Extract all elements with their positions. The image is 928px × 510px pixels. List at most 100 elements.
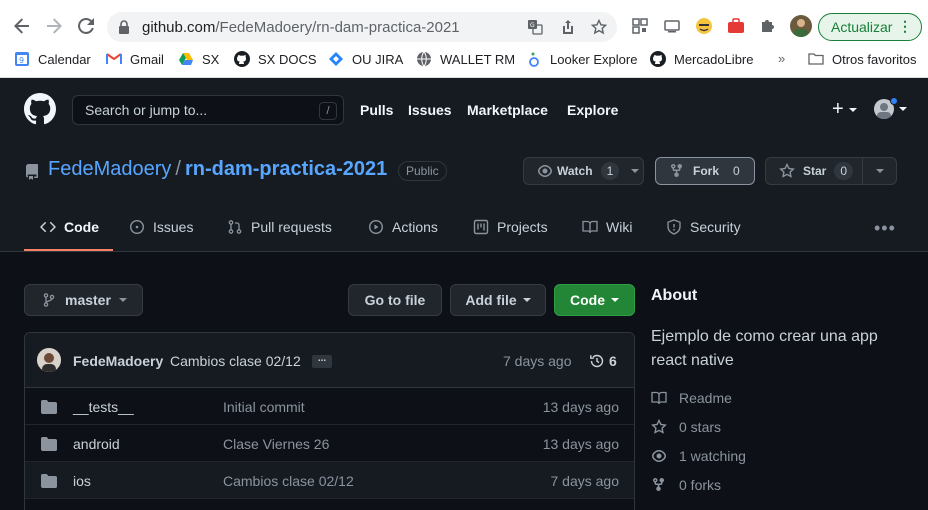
- bookmark-label: SX: [202, 51, 220, 67]
- bookmark-ou-jira[interactable]: OU JIRA: [328, 51, 403, 67]
- address-bar[interactable]: github.com/FedeMadoery/rn-dam-practica-2…: [107, 12, 617, 42]
- back-arrow-icon: [14, 18, 29, 34]
- file-commit-message[interactable]: Initial commit: [223, 399, 305, 415]
- jira-icon: [329, 52, 343, 66]
- tab-issues[interactable]: Issues: [129, 219, 193, 235]
- forward-button[interactable]: [42, 14, 66, 38]
- bookmark-label: Otros favoritos: [832, 51, 917, 67]
- bookmark-wallet-rm[interactable]: WALLET RM: [416, 51, 515, 67]
- code-button[interactable]: Code: [554, 284, 635, 316]
- about-section: About: [651, 287, 911, 305]
- translate-icon[interactable]: G: [527, 19, 543, 35]
- shield-icon: [667, 219, 681, 235]
- watch-button[interactable]: Watch 1: [523, 157, 644, 185]
- briefcase-extension-icon[interactable]: [726, 16, 746, 36]
- avatar-chevron-down-icon[interactable]: [899, 107, 907, 111]
- chrome-menu-icon[interactable]: ⋮: [898, 19, 912, 33]
- go-to-file-button[interactable]: Go to file: [348, 284, 442, 316]
- tab-pull-requests[interactable]: Pull requests: [227, 219, 332, 235]
- folder-icon: [41, 400, 57, 414]
- watching-link[interactable]: 1 watching: [651, 448, 746, 464]
- search-input[interactable]: Search or jump to... /: [72, 95, 344, 125]
- create-new-button[interactable]: +: [832, 98, 858, 120]
- notification-dot: [890, 97, 898, 105]
- tab-projects[interactable]: Projects: [473, 219, 548, 235]
- commit-expand-button[interactable]: ...: [312, 354, 332, 368]
- repo-owner-link[interactable]: FedeMadoery: [48, 158, 171, 180]
- file-name[interactable]: __tests__: [73, 399, 134, 415]
- bookmark-other-favorites[interactable]: Otros favoritos: [808, 51, 917, 67]
- cast-extension-icon[interactable]: [662, 16, 682, 36]
- tab-wiki[interactable]: Wiki: [582, 219, 632, 235]
- watch-label: Watch: [557, 164, 593, 178]
- chevron-down-icon: [611, 298, 619, 302]
- file-row[interactable]: android Clase Viernes 26 13 days ago: [25, 425, 634, 462]
- more-tabs-icon[interactable]: •••: [874, 218, 896, 239]
- add-file-label: Add file: [465, 292, 517, 308]
- visibility-badge: Public: [398, 161, 447, 181]
- add-file-button[interactable]: Add file: [450, 284, 546, 316]
- bookmark-mercadolibre[interactable]: MercadoLibre: [650, 51, 754, 67]
- bookmarks-overflow-button[interactable]: »: [778, 51, 785, 66]
- bookmark-sx[interactable]: SX: [178, 51, 219, 67]
- commit-count: 6: [609, 353, 617, 369]
- nav-marketplace[interactable]: Marketplace: [467, 102, 548, 118]
- search-shortcut-key: /: [319, 102, 337, 120]
- commit-history-link[interactable]: 6: [589, 353, 617, 369]
- file-commit-message[interactable]: Clase Viernes 26: [223, 436, 329, 452]
- fork-button[interactable]: Fork 0: [655, 157, 755, 185]
- fork-label: Fork: [693, 164, 720, 178]
- chevron-down-icon: [875, 169, 884, 173]
- folder-icon: [41, 437, 57, 451]
- nav-explore[interactable]: Explore: [567, 102, 618, 118]
- reload-button[interactable]: [74, 14, 98, 38]
- emoji-extension-icon[interactable]: [694, 16, 714, 36]
- file-browser: FedeMadoery Cambios clase 02/12 ... 7 da…: [24, 332, 635, 510]
- star-button[interactable]: Star 0: [765, 157, 863, 185]
- bookmark-looker-explore[interactable]: Looker Explore: [526, 51, 637, 67]
- github-icon: [234, 51, 250, 67]
- readme-link[interactable]: Readme: [651, 390, 732, 406]
- about-description: Ejemplo de como crear una app react nati…: [651, 328, 878, 369]
- file-name[interactable]: ios: [73, 473, 91, 489]
- bookmark-gmail[interactable]: Gmail: [106, 51, 164, 67]
- file-name[interactable]: android: [73, 436, 120, 452]
- qr-extension-icon[interactable]: [630, 16, 650, 36]
- repo-name-link[interactable]: rn-dam-practica-2021: [185, 158, 387, 180]
- repo-separator: /: [175, 158, 181, 180]
- bookmark-label: Calendar: [38, 51, 91, 67]
- star-list-dropdown[interactable]: [862, 157, 897, 185]
- chevron-down-icon: [118, 298, 127, 302]
- repo-tabs: Code Issues Pull requests Actions Projec…: [0, 212, 928, 252]
- bookmark-sx-docs[interactable]: SX DOCS: [234, 51, 317, 67]
- tab-security[interactable]: Security: [666, 219, 741, 235]
- commit-time[interactable]: 7 days ago: [503, 353, 572, 369]
- update-chrome-button[interactable]: Actualizar ⋮: [818, 13, 922, 41]
- file-commit-message[interactable]: Cambios clase 02/12: [223, 473, 354, 489]
- forks-count: 0 forks: [679, 477, 722, 493]
- forks-link[interactable]: 0 forks: [651, 477, 721, 493]
- tab-code[interactable]: Code: [40, 219, 99, 235]
- bookmark-star-icon[interactable]: [591, 19, 607, 35]
- nav-pulls[interactable]: Pulls: [360, 102, 393, 118]
- file-row[interactable]: ios Cambios clase 02/12 7 days ago: [25, 462, 634, 499]
- nav-issues[interactable]: Issues: [408, 102, 452, 118]
- stars-link[interactable]: 0 stars: [651, 419, 721, 435]
- commit-author[interactable]: FedeMadoery: [73, 353, 163, 369]
- share-icon[interactable]: [560, 19, 576, 35]
- tab-label: Issues: [153, 219, 194, 235]
- tab-actions[interactable]: Actions: [368, 219, 438, 235]
- plus-icon: +: [832, 98, 844, 120]
- bookmark-label: MercadoLibre: [674, 51, 754, 67]
- commit-author-avatar[interactable]: [37, 348, 61, 372]
- back-button[interactable]: [10, 14, 34, 38]
- github-logo-icon[interactable]: [24, 93, 56, 125]
- folder-icon: [41, 474, 57, 488]
- puzzle-extensions-icon[interactable]: [758, 16, 778, 36]
- forward-arrow-icon: [47, 18, 62, 34]
- bookmark-calendar[interactable]: 9 Calendar: [14, 51, 91, 67]
- commit-message[interactable]: Cambios clase 02/12: [170, 353, 301, 369]
- file-row[interactable]: __tests__ Initial commit 13 days ago: [25, 388, 634, 425]
- branch-selector[interactable]: master: [24, 284, 143, 316]
- profile-avatar[interactable]: [790, 15, 812, 37]
